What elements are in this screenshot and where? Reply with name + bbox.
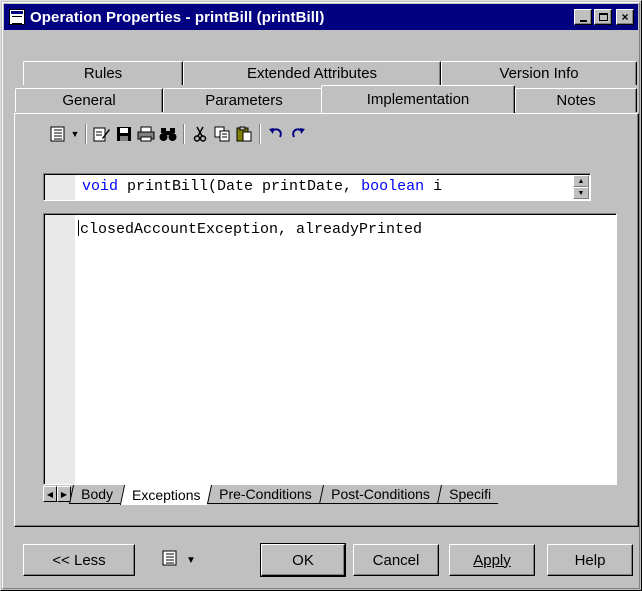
keyword-void: void xyxy=(82,178,119,195)
button-label: OK xyxy=(292,551,314,569)
find-icon[interactable] xyxy=(157,123,179,145)
tab-rules[interactable]: Rules xyxy=(23,61,183,85)
ok-button[interactable]: OK xyxy=(260,543,346,577)
scroll-left-icon[interactable]: ◀ xyxy=(43,486,57,502)
maximize-icon xyxy=(598,13,608,21)
subtab-post-conditions[interactable]: Post-Conditions xyxy=(318,485,441,504)
tab-label: Parameters xyxy=(205,92,283,109)
signature-part: printBill(Date printDate, xyxy=(118,178,362,195)
window-app-icon xyxy=(9,9,25,25)
subtab-label: Body xyxy=(81,486,114,502)
dropdown-arrow-icon: ▼ xyxy=(186,554,196,566)
toolbar-separator xyxy=(85,124,87,144)
tab-label: Rules xyxy=(83,65,123,82)
editor-toolbar: ▼ xyxy=(47,121,309,147)
cancel-button[interactable]: Cancel xyxy=(353,544,439,576)
tab-label: Notes xyxy=(556,92,596,109)
tab-version-info[interactable]: Version Info xyxy=(441,61,637,85)
undo-icon[interactable] xyxy=(265,123,287,145)
operation-properties-window: Operation Properties - printBill (printB… xyxy=(0,0,642,591)
signature-gutter xyxy=(45,175,75,200)
tab-general[interactable]: General xyxy=(15,88,163,112)
title-bar[interactable]: Operation Properties - printBill (printB… xyxy=(4,4,638,30)
redo-icon[interactable] xyxy=(287,123,309,145)
tab-label: Implementation xyxy=(366,91,470,108)
exceptions-editor[interactable]: closedAccountException, alreadyPrinted xyxy=(43,213,617,485)
help-button[interactable]: Help xyxy=(547,544,633,576)
spin-down-icon[interactable]: ▼ xyxy=(573,187,589,199)
print-icon[interactable] xyxy=(135,123,157,145)
signature-field[interactable]: void printBill(Date printDate, boolean i… xyxy=(43,173,591,201)
subtab-specification[interactable]: Specifi xyxy=(436,485,502,504)
minimize-icon xyxy=(579,20,587,22)
minimize-button[interactable] xyxy=(574,9,592,25)
subtab-body[interactable]: Body xyxy=(68,485,124,504)
save-icon[interactable] xyxy=(113,123,135,145)
editor-subtabs: ◀ ▶ Body Exceptions Pre-Conditions Post-… xyxy=(43,485,617,505)
close-icon: × xyxy=(621,10,629,24)
window-title: Operation Properties - printBill (printB… xyxy=(30,8,325,26)
tab-notes[interactable]: Notes xyxy=(515,88,637,112)
property-menu-button[interactable]: ▼ xyxy=(149,544,209,576)
tab-parameters[interactable]: Parameters xyxy=(163,88,325,112)
close-button[interactable]: × xyxy=(616,9,634,25)
toolbar-separator xyxy=(259,124,261,144)
editor-text-value: closedAccountException, alreadyPrinted xyxy=(80,221,423,238)
keyword-boolean: boolean xyxy=(361,178,425,195)
signature-spin[interactable]: ▲ ▼ xyxy=(573,175,589,199)
copy-icon[interactable] xyxy=(211,123,233,145)
subtab-exceptions[interactable]: Exceptions xyxy=(119,485,212,505)
toolbar-separator xyxy=(183,124,185,144)
spin-up-icon[interactable]: ▲ xyxy=(573,175,589,187)
paste-icon[interactable] xyxy=(233,123,255,145)
button-label: Apply xyxy=(473,551,511,569)
button-label: << Less xyxy=(52,551,106,569)
subtab-label: Pre-Conditions xyxy=(219,486,313,502)
subtab-pre-conditions[interactable]: Pre-Conditions xyxy=(207,485,324,504)
cut-icon[interactable] xyxy=(189,123,211,145)
tab-label: Version Info xyxy=(499,65,579,82)
editor-gutter xyxy=(45,215,75,484)
button-label: Cancel xyxy=(372,551,420,569)
text-caret xyxy=(78,220,79,236)
dropdown-arrow-icon[interactable]: ▼ xyxy=(69,123,81,145)
maximize-button[interactable] xyxy=(594,9,612,25)
button-label: Help xyxy=(574,551,606,569)
subtab-label: Exceptions xyxy=(131,487,201,503)
less-button[interactable]: << Less xyxy=(23,544,135,576)
tab-label: General xyxy=(62,92,116,109)
properties-menu-icon[interactable] xyxy=(47,123,69,145)
tab-implementation[interactable]: Implementation xyxy=(321,85,515,113)
subtab-label: Specifi xyxy=(448,486,491,502)
signature-text: void printBill(Date printDate, boolean i xyxy=(82,178,442,195)
properties-menu-icon xyxy=(162,550,178,570)
editor-content: closedAccountException, alreadyPrinted xyxy=(78,220,422,238)
subtab-label: Post-Conditions xyxy=(331,486,430,502)
tab-label: Extended Attributes xyxy=(246,65,378,82)
apply-button[interactable]: Apply xyxy=(449,544,535,576)
signature-part: i xyxy=(424,178,443,195)
edit-icon[interactable] xyxy=(91,123,113,145)
tab-extended-attributes[interactable]: Extended Attributes xyxy=(183,61,441,85)
